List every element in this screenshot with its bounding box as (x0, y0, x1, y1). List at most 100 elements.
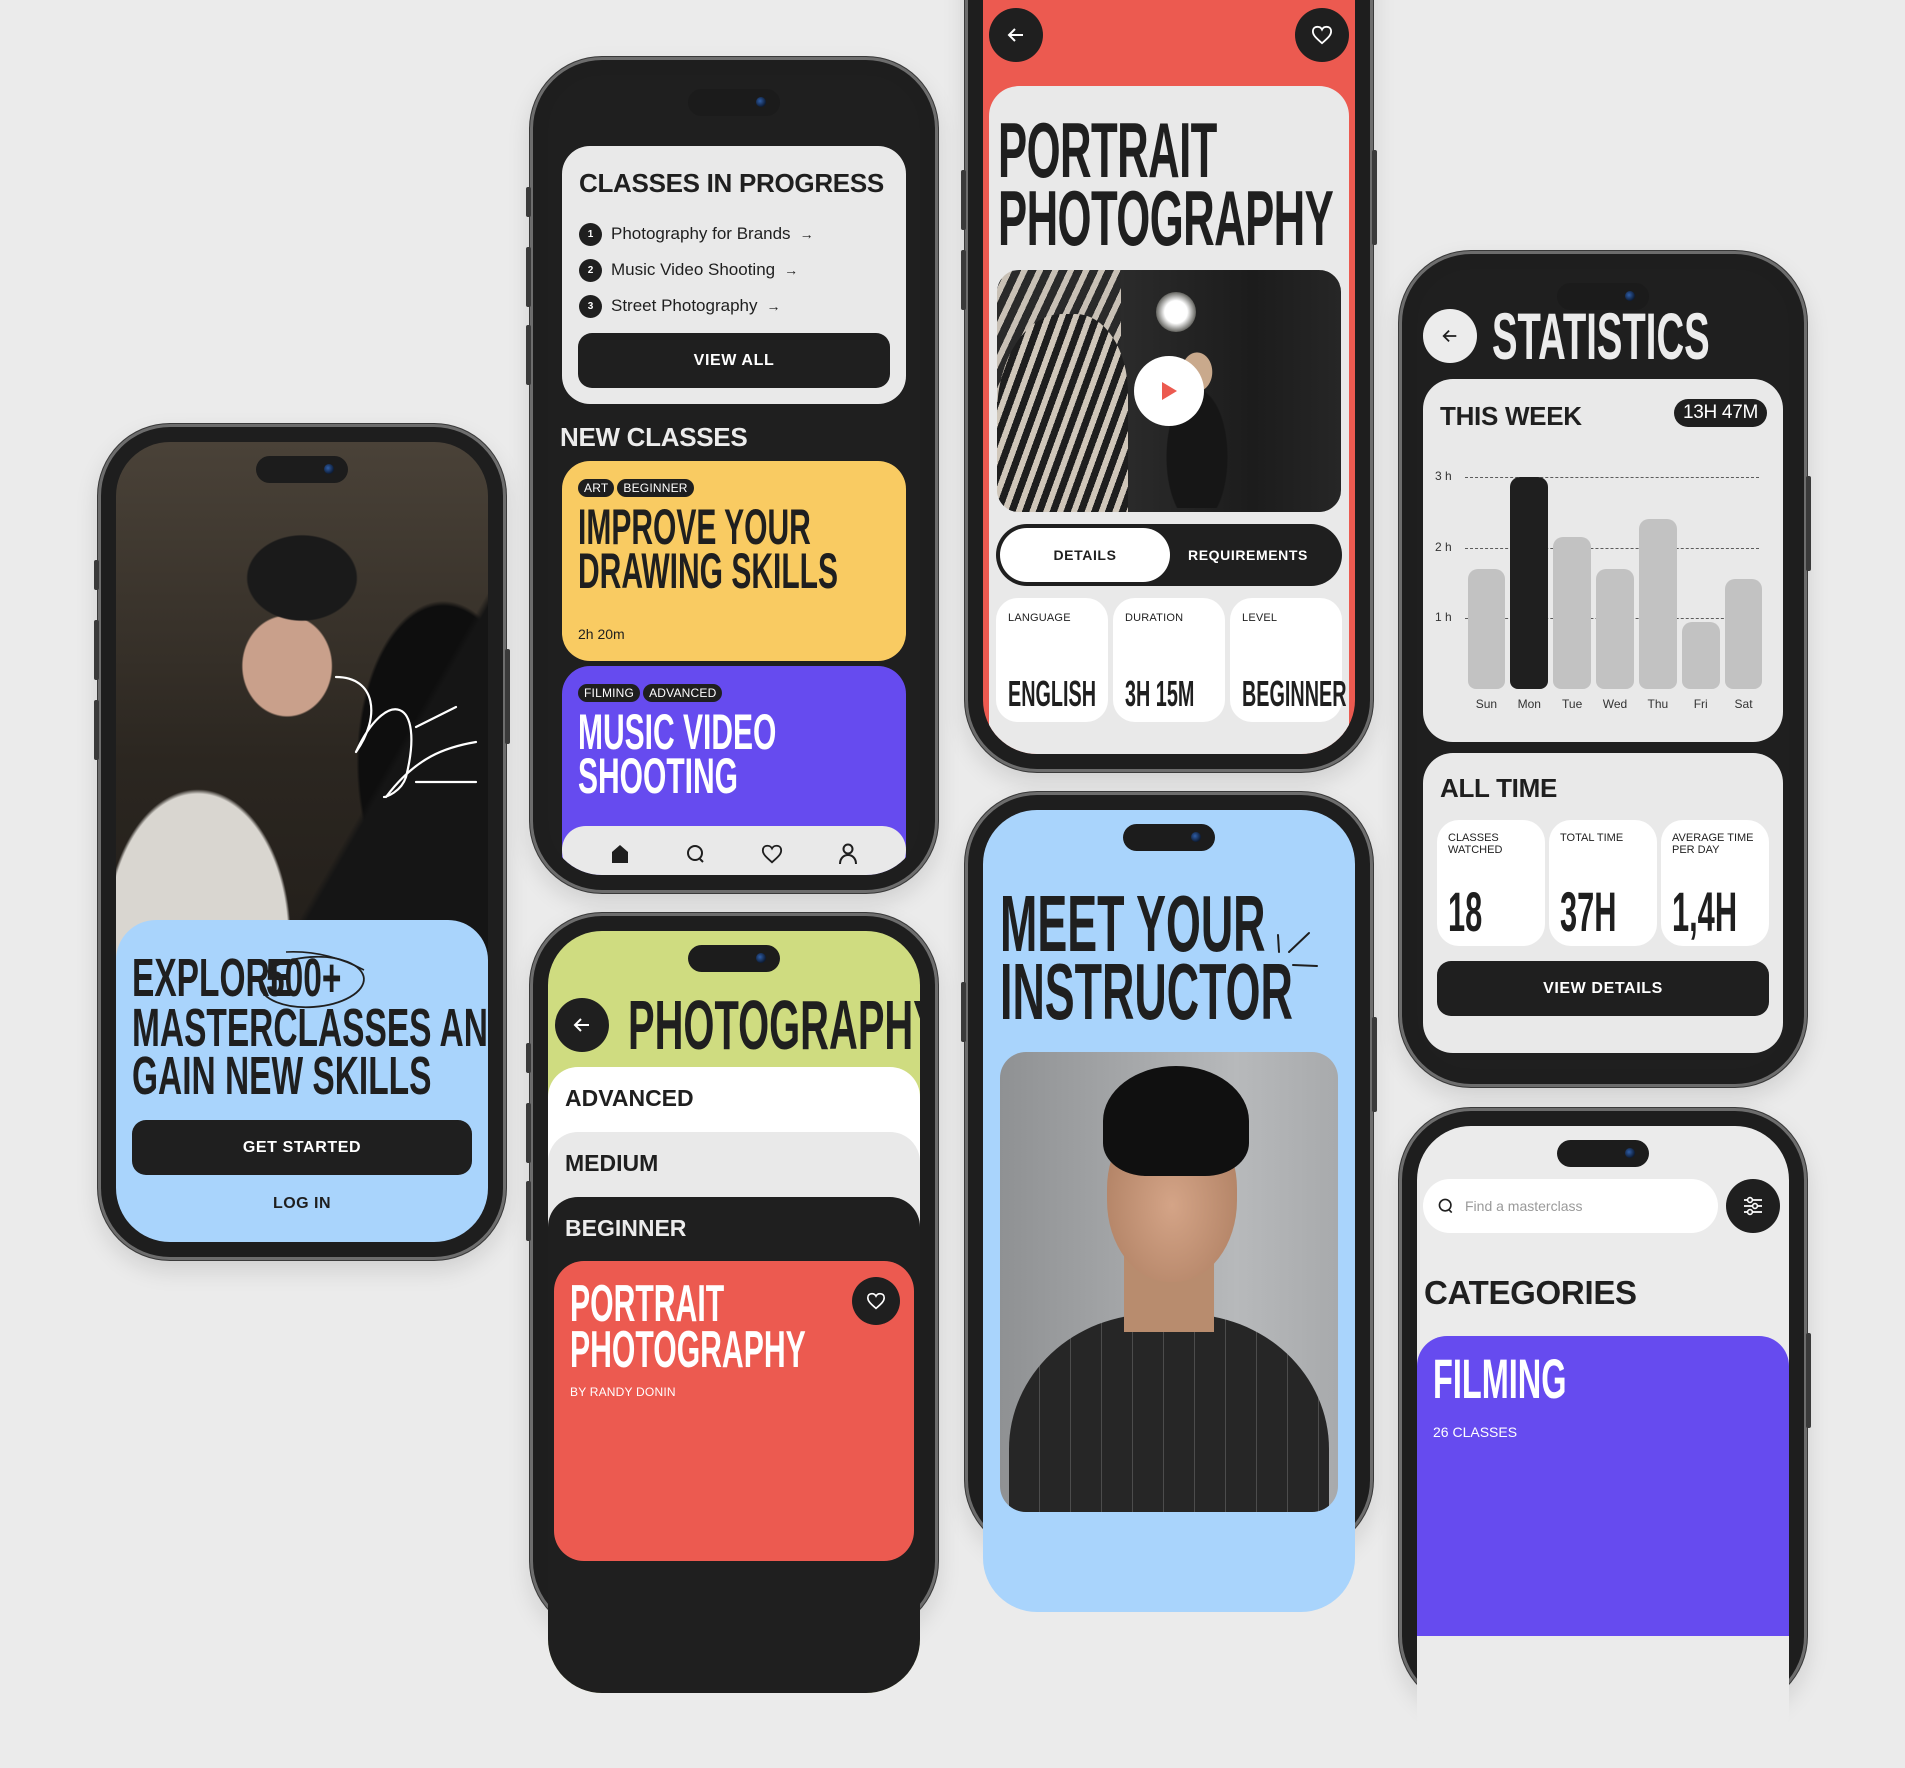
category-card-filming[interactable]: FILMING 26 CLASSES (1417, 1336, 1789, 1636)
phone-onboarding: EXPLORE 500+ MASTERCLASSES AND GAIN NEW … (94, 424, 510, 1260)
stat-card: CLASSES WATCHED 18 (1437, 820, 1545, 946)
in-progress-card: CLASSES IN PROGRESS 1 Photography for Bra… (562, 146, 906, 404)
phone-category: PHOTOGRAPHY ADVANCED MEDIUM BEGINNER POR… (526, 913, 938, 1693)
info-label: LANGUAGE (1008, 612, 1071, 624)
info-label: DURATION (1125, 612, 1184, 624)
get-started-button[interactable]: GET STARTED (132, 1120, 472, 1175)
tab-requirements[interactable]: REQUIREMENTS (1158, 528, 1338, 582)
bar-tue[interactable] (1553, 537, 1591, 689)
search-icon (1438, 1198, 1453, 1214)
detail-title-line2: PHOTOGRAPHY (998, 174, 1334, 262)
arrow-left-icon (1007, 28, 1023, 42)
heart-icon (866, 1292, 886, 1310)
headline-line2: MASTERCLASSES AND (132, 998, 488, 1058)
phone-class-detail: PORTRAIT PHOTOGRAPHY DETAILS REQUIREMENT… (961, 0, 1377, 772)
arrow-right-icon: → (799, 226, 814, 242)
tab-details[interactable]: DETAILS (1000, 528, 1170, 582)
level-label: ADVANCED (565, 1085, 694, 1111)
statistics-screen: STATISTICS THIS WEEK 13H 47M 1 h 2 h 3 h Su… (1417, 269, 1789, 1069)
bar-thu[interactable] (1639, 519, 1677, 689)
onboarding-sheet: EXPLORE 500+ MASTERCLASSES AND GAIN NEW … (116, 920, 488, 1242)
instructor-photo (1000, 1052, 1338, 1512)
arrow-right-icon: → (766, 298, 781, 314)
profile-icon[interactable] (837, 843, 859, 870)
heart-icon (1311, 25, 1333, 45)
stat-value: 1,4H (1672, 880, 1738, 943)
week-total-badge: 13H 47M (1674, 399, 1767, 427)
y-tick-label: 2 h (1435, 539, 1452, 554)
x-tick-label: Tue (1562, 697, 1583, 711)
gridline (1465, 477, 1759, 478)
stat-value: 37H (1560, 880, 1617, 943)
in-progress-title: CLASSES IN PROGRESS (579, 168, 884, 198)
class-title-line2: DRAWING SKILLS (578, 543, 838, 599)
detail-card: PORTRAIT PHOTOGRAPHY DETAILS REQUIREMENT… (989, 86, 1349, 754)
search-screen: Find a masterclass CATEGORIES FILMING 26… (1417, 1126, 1789, 1768)
tag-art: ART (578, 479, 615, 497)
favorite-button[interactable] (1295, 8, 1349, 62)
class-title-line2: SHOOTING (578, 748, 739, 804)
play-button[interactable] (1134, 356, 1204, 426)
featured-class-card[interactable]: PORTRAIT PHOTOGRAPHY BY RANDY DONIN (554, 1261, 914, 1561)
bar-mon[interactable] (1510, 477, 1549, 689)
bar-sat[interactable] (1724, 579, 1763, 689)
x-tick-label: Sat (1734, 697, 1753, 711)
stat-card: AVERAGE TIME PER DAY 1,4H (1661, 820, 1769, 946)
video-thumbnail[interactable] (997, 270, 1341, 512)
stat-label: CLASSES WATCHED (1448, 832, 1503, 856)
bar-wed[interactable] (1596, 568, 1634, 689)
level-label: MEDIUM (565, 1150, 659, 1176)
all-time-title: ALL TIME (1440, 773, 1557, 803)
stat-value: 18 (1448, 880, 1483, 943)
progress-item[interactable]: 2 Music Video Shooting → (579, 252, 814, 288)
x-tick-label: Mon (1517, 697, 1541, 711)
arrow-left-icon (1442, 329, 1457, 343)
dynamic-island (1123, 824, 1215, 851)
search-input[interactable]: Find a masterclass (1423, 1179, 1718, 1233)
progress-item[interactable]: 1 Photography for Brands → (579, 216, 814, 252)
back-button[interactable] (555, 998, 609, 1052)
x-tick-label: Fri (1693, 697, 1708, 711)
category-screen: PHOTOGRAPHY ADVANCED MEDIUM BEGINNER POR… (548, 931, 920, 1693)
dynamic-island (256, 456, 348, 483)
bar-fri[interactable] (1681, 621, 1720, 689)
view-details-button[interactable]: VIEW DETAILS (1437, 961, 1769, 1016)
progress-number-badge: 3 (579, 294, 602, 318)
bar-sun[interactable] (1467, 568, 1506, 689)
this-week-title: THIS WEEK (1440, 401, 1582, 431)
stat-label: TOTAL TIME (1560, 832, 1624, 844)
stat-label: AVERAGE TIME PER DAY (1672, 832, 1754, 856)
class-card-drawing[interactable]: ART BEGINNER IMPROVE YOUR DRAWING SKILLS … (562, 461, 906, 661)
all-time-card: ALL TIME CLASSES WATCHED 18 TOTAL TIME 37H AV… (1423, 753, 1783, 1053)
home-icon[interactable] (609, 843, 631, 870)
arrow-left-icon (573, 1018, 589, 1032)
info-value: BEGINNER (1242, 673, 1347, 714)
phone-instructor: MEET YOUR INSTRUCTOR (961, 792, 1377, 1612)
new-classes-title: NEW CLASSES (560, 422, 748, 452)
y-tick-label: 3 h (1435, 469, 1452, 483)
phone-search: Find a masterclass CATEGORIES FILMING 26… (1399, 1108, 1811, 1768)
x-tick-label: Wed (1602, 697, 1628, 711)
favorite-button[interactable] (852, 1277, 900, 1325)
heart-icon[interactable] (761, 843, 783, 870)
search-placeholder: Find a masterclass (1465, 1198, 1583, 1214)
progress-item[interactable]: 3 Street Photography → (579, 288, 814, 324)
x-tick-label: Thu (1647, 697, 1669, 711)
login-link[interactable]: LOG IN (116, 1195, 488, 1213)
dynamic-island (1557, 1140, 1649, 1167)
back-button[interactable] (989, 8, 1043, 62)
info-card-duration: DURATION 3H 15M (1113, 598, 1225, 722)
phone-home: CLASSES IN PROGRESS 1 Photography for Bra… (526, 57, 938, 893)
level-beginner[interactable]: BEGINNER PORTRAIT PHOTOGRAPHY BY RANDY D… (548, 1197, 920, 1693)
back-button[interactable] (1423, 309, 1477, 363)
detail-tabs: DETAILS REQUIREMENTS (996, 524, 1342, 586)
search-icon[interactable] (685, 843, 707, 870)
view-all-button[interactable]: VIEW ALL (578, 333, 890, 388)
dynamic-island (688, 89, 780, 116)
categories-title: CATEGORIES (1424, 1274, 1637, 1311)
y-tick-label: 1 h (1435, 610, 1452, 625)
progress-title: Photography for Brands (611, 224, 791, 243)
filter-button[interactable] (1726, 1179, 1780, 1233)
filter-sliders-icon (1744, 1196, 1762, 1216)
info-label: LEVEL (1242, 612, 1278, 624)
